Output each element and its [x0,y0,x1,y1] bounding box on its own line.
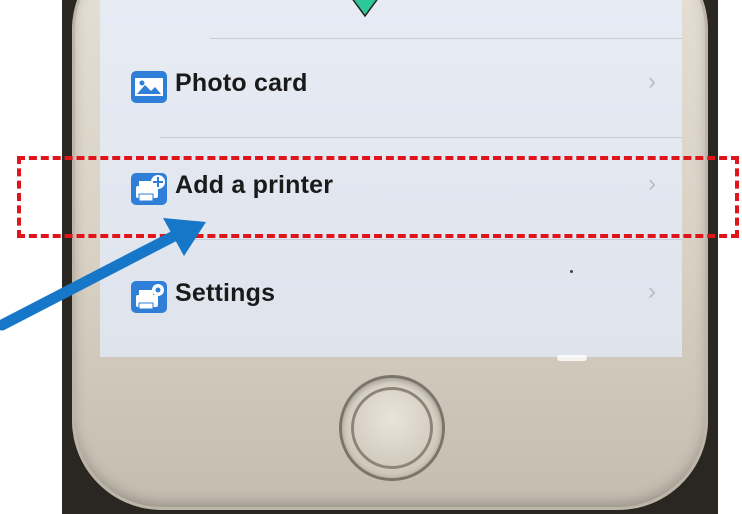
photo-card-icon [131,71,167,103]
pointer-arrow [0,218,206,331]
chevron-right-icon: › [648,278,656,305]
menu-item-photo-card[interactable]: Photo card › [100,38,682,138]
screen-speck [570,270,573,273]
menu-item-label: Photo card [175,69,308,97]
chevron-right-icon: › [648,68,656,95]
divider [160,239,682,240]
divider [160,137,682,138]
screen-glare [557,355,587,361]
step-marker-icon [352,0,378,18]
home-button-ring [351,387,433,469]
